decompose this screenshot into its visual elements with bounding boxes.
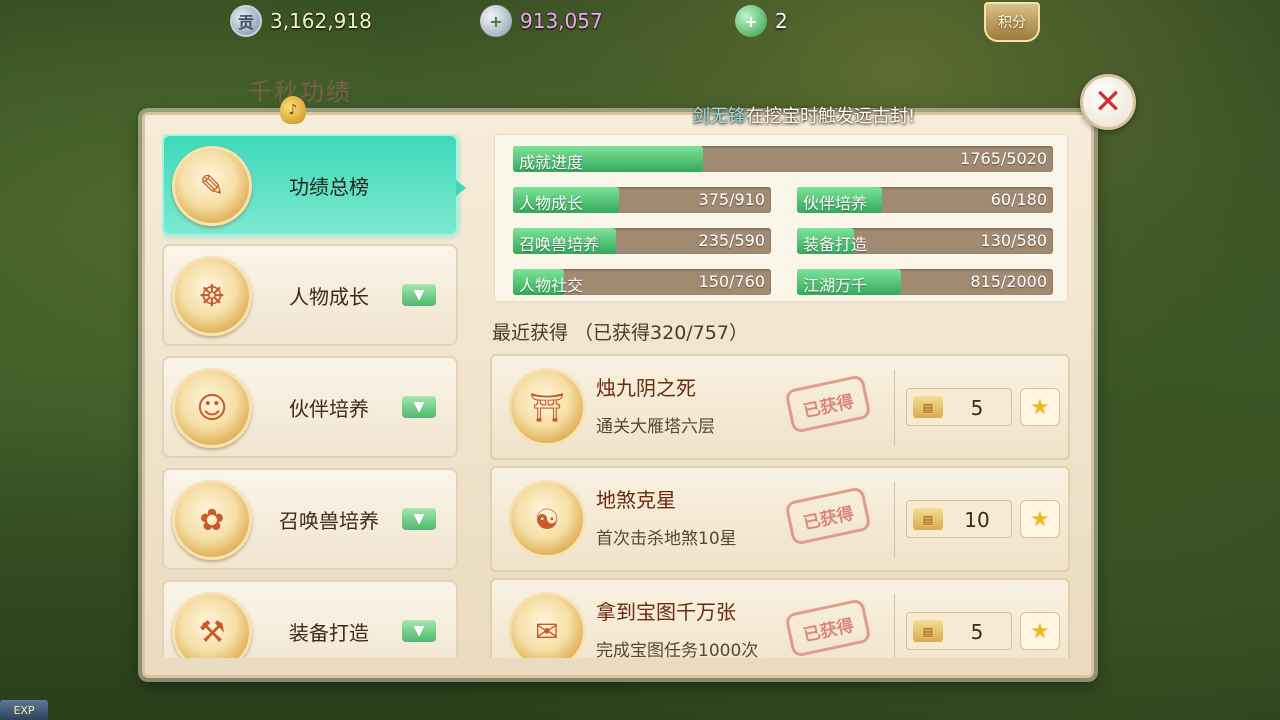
progress-value: 235/590 xyxy=(698,231,765,250)
scroll-icon: ✎ xyxy=(172,146,252,226)
close-icon[interactable]: ✕ xyxy=(1094,85,1123,119)
silver-value: 913,057 xyxy=(520,9,603,33)
overall-progress-bar: 成就进度 1765/5020 xyxy=(513,146,1053,172)
share-icon[interactable]: ★ xyxy=(1020,388,1060,426)
obtained-stamp: 已获得 xyxy=(784,598,872,658)
jade-currency[interactable]: + 2 xyxy=(735,3,788,39)
pagoda-icon: ⛩ xyxy=(508,368,586,446)
silver-add-icon[interactable]: + xyxy=(480,5,512,37)
silver-currency[interactable]: + 913,057 xyxy=(480,3,603,39)
nav-item-companion[interactable]: ☺ 伙伴培养 ▼ xyxy=(162,356,458,458)
share-icon[interactable]: ★ xyxy=(1020,612,1060,650)
nav-item-label: 人物成长 xyxy=(289,284,369,309)
nav-item-label: 功绩总榜 xyxy=(289,174,369,199)
progress-name: 装备打造 xyxy=(803,235,868,254)
nav-item-label: 伙伴培养 xyxy=(289,396,369,421)
currency-bar: 贡 3,162,918 + 913,057 + 2 积分 xyxy=(0,0,1280,44)
category-progress-bar: 人物社交 150/760 xyxy=(513,269,771,295)
score-button[interactable]: 积分 xyxy=(984,2,1040,42)
nav-item-label: 装备打造 xyxy=(289,620,369,645)
contribution-currency: 贡 3,162,918 xyxy=(230,3,372,39)
demon-icon: ☯ xyxy=(508,480,586,558)
reward-value: 10 xyxy=(964,508,990,532)
reward-value: 5 xyxy=(970,396,984,420)
close-button[interactable]: ✕ xyxy=(1080,74,1136,130)
achievement-desc: 首次击杀地煞10星 xyxy=(596,529,737,549)
contribution-icon: 贡 xyxy=(230,5,262,37)
achievement-title: 地煞克星 xyxy=(596,488,676,512)
category-progress-bar: 装备打造 130/580 xyxy=(797,228,1053,254)
progress-value: 815/2000 xyxy=(970,272,1047,291)
category-nav: ✎ 功绩总榜 ☸ 人物成长 ▼ ☺ 伙伴培养 ▼ ✿ 召唤兽培养 ▼ ⚒ 装备打… xyxy=(162,134,462,658)
broadcast-marquee: 剑无锋在挖宝时触发远古封! xyxy=(692,102,964,128)
progress-name: 伙伴培养 xyxy=(803,194,868,213)
obtained-stamp: 已获得 xyxy=(784,374,872,434)
list-item[interactable]: ✉ 拿到宝图千万张 完成宝图任务1000次 已获得 ▤ 5 ★ xyxy=(490,578,1070,658)
category-progress-bar: 江湖万千 815/2000 xyxy=(797,269,1053,295)
active-pointer-icon xyxy=(456,180,466,196)
scroll-icon: ▤ xyxy=(913,620,943,642)
nav-item-label: 召唤兽培养 xyxy=(279,508,379,533)
category-progress-bar: 伙伴培养 60/180 xyxy=(797,187,1053,213)
achievement-title: 烛九阴之死 xyxy=(596,376,696,400)
contribution-value: 3,162,918 xyxy=(270,9,372,33)
progress-value: 150/760 xyxy=(698,272,765,291)
recent-title: 最近获得 （已获得320/757） xyxy=(492,322,748,344)
nav-item-summon-beast[interactable]: ✿ 召唤兽培养 ▼ xyxy=(162,468,458,570)
broadcast-player: 剑无锋 xyxy=(692,106,746,127)
chevron-down-icon[interactable]: ▼ xyxy=(402,508,436,530)
nav-item-overall[interactable]: ✎ 功绩总榜 xyxy=(162,134,458,236)
list-item[interactable]: ☯ 地煞克星 首次击杀地煞10星 已获得 ▤ 10 ★ xyxy=(490,466,1070,572)
chevron-down-icon[interactable]: ▼ xyxy=(402,620,436,642)
progress-name: 江湖万千 xyxy=(803,276,868,295)
reward-box: ▤ 5 xyxy=(906,612,1012,650)
scroll-icon: ▤ xyxy=(913,508,943,530)
figure-icon: ☸ xyxy=(172,256,252,336)
equipment-icon: ⚒ xyxy=(172,592,252,658)
jade-add-icon[interactable]: + xyxy=(735,5,767,37)
beast-icon: ✿ xyxy=(172,480,252,560)
progress-summary: 成就进度 1765/5020 人物成长 375/910 伙伴培养 60/180 … xyxy=(494,134,1068,302)
obtained-stamp: 已获得 xyxy=(784,486,872,546)
progress-value: 60/180 xyxy=(990,190,1047,209)
reward-box: ▤ 10 xyxy=(906,500,1012,538)
divider xyxy=(894,482,895,558)
achievement-title: 拿到宝图千万张 xyxy=(596,600,736,624)
broadcast-text: 在挖宝时触发远古封! xyxy=(746,106,916,127)
chevron-down-icon[interactable]: ▼ xyxy=(402,284,436,306)
exp-label: EXP xyxy=(0,700,48,720)
bell-icon[interactable]: ♪ xyxy=(280,96,306,124)
progress-value: 375/910 xyxy=(698,190,765,209)
nav-item-character-growth[interactable]: ☸ 人物成长 ▼ xyxy=(162,244,458,346)
achievement-desc: 通关大雁塔六层 xyxy=(596,417,715,437)
category-progress-bar: 人物成长 375/910 xyxy=(513,187,771,213)
list-item[interactable]: ⛩ 烛九阴之死 通关大雁塔六层 已获得 ▤ 5 ★ xyxy=(490,354,1070,460)
progress-value: 130/580 xyxy=(980,231,1047,250)
companion-icon: ☺ xyxy=(172,368,252,448)
treasure-map-icon: ✉ xyxy=(508,592,586,658)
progress-name: 人物社交 xyxy=(519,276,584,295)
divider xyxy=(894,594,895,658)
scroll-icon: ▤ xyxy=(913,396,943,418)
achievement-desc: 完成宝图任务1000次 xyxy=(596,641,759,658)
chevron-down-icon[interactable]: ▼ xyxy=(402,396,436,418)
share-icon[interactable]: ★ xyxy=(1020,500,1060,538)
progress-name: 召唤兽培养 xyxy=(519,235,600,254)
reward-box: ▤ 5 xyxy=(906,388,1012,426)
divider xyxy=(894,370,895,446)
recent-achievement-list[interactable]: ⛩ 烛九阴之死 通关大雁塔六层 已获得 ▤ 5 ★ ☯ 地煞克星 首次击杀地煞1… xyxy=(490,354,1074,658)
progress-name: 人物成长 xyxy=(519,194,584,213)
reward-value: 5 xyxy=(970,620,984,644)
nav-item-equipment[interactable]: ⚒ 装备打造 ▼ xyxy=(162,580,458,658)
category-progress-bar: 召唤兽培养 235/590 xyxy=(513,228,771,254)
jade-value: 2 xyxy=(775,9,788,33)
progress-name: 成就进度 xyxy=(519,153,584,172)
progress-value: 1765/5020 xyxy=(960,149,1047,168)
